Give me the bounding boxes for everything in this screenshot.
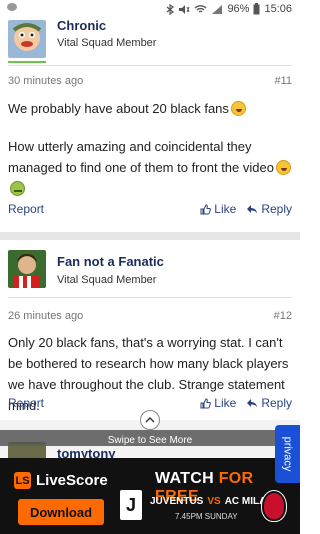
report-button[interactable]: Report bbox=[8, 396, 44, 410]
chevron-up-icon bbox=[145, 417, 155, 423]
juventus-logo-icon: J bbox=[120, 490, 142, 520]
like-button[interactable]: Like bbox=[200, 202, 236, 216]
post-paragraph: We probably have about 20 black fans bbox=[8, 101, 229, 116]
reply-button[interactable]: Reply bbox=[246, 396, 292, 410]
ad-watch-text: WATCH bbox=[155, 470, 214, 487]
like-label: Like bbox=[214, 202, 237, 216]
avatar-chronic[interactable] bbox=[8, 20, 46, 58]
post-meta: 26 minutes ago #12 bbox=[8, 310, 292, 322]
post-actions: Report Like Reply bbox=[8, 396, 292, 410]
swipe-up-button[interactable] bbox=[140, 410, 160, 430]
like-label: Like bbox=[214, 396, 237, 410]
ad-kickoff-time: 7.45PM SUNDAY bbox=[175, 512, 238, 521]
post-body: We probably have about 20 black fans How… bbox=[8, 98, 292, 199]
livescore-logo: LS LiveScore bbox=[14, 472, 108, 489]
post-paragraph: How utterly amazing and coincidental the… bbox=[8, 139, 274, 175]
reply-button[interactable]: Reply bbox=[246, 202, 292, 216]
post-number[interactable]: #12 bbox=[274, 310, 292, 322]
bluetooth-icon bbox=[166, 3, 175, 15]
signal-icon bbox=[211, 4, 223, 15]
ad-vs: VS bbox=[207, 496, 221, 507]
mute-icon bbox=[178, 4, 190, 15]
battery-icon bbox=[253, 3, 260, 15]
post-number[interactable]: #11 bbox=[274, 75, 292, 87]
reply-arrow-icon bbox=[247, 399, 258, 408]
status-bar: 96% 15:06 bbox=[0, 0, 300, 18]
ad-match-line: JUVENTUS VS AC MILAN bbox=[150, 496, 274, 507]
post-actions: Report Like Reply bbox=[8, 202, 292, 216]
livescore-ad-banner[interactable]: LS LiveScore Download J WATCH FOR FREE J… bbox=[0, 458, 300, 534]
member-status-bar bbox=[8, 61, 46, 63]
avatar-fan-not-a-fanatic[interactable] bbox=[8, 250, 46, 288]
post-11: Chronic Vital Squad Member 30 minutes ag… bbox=[0, 18, 300, 230]
swipe-label: Swipe to See More bbox=[107, 435, 193, 446]
author-name[interactable]: Fan not a Fanatic bbox=[57, 254, 164, 269]
reply-arrow-icon bbox=[247, 205, 258, 214]
laughing-emoji-icon bbox=[230, 101, 246, 116]
battery-percent: 96% bbox=[227, 3, 250, 15]
post-divider bbox=[0, 232, 300, 240]
author-role: Vital Squad Member bbox=[57, 37, 157, 49]
clock-time: 15:06 bbox=[264, 3, 292, 15]
reply-label: Reply bbox=[261, 202, 292, 216]
author-name[interactable]: Chronic bbox=[57, 18, 106, 33]
sick-emoji-icon bbox=[10, 181, 25, 196]
header-divider bbox=[8, 297, 292, 298]
post-meta: 30 minutes ago #11 bbox=[8, 75, 292, 87]
laughing-emoji-icon bbox=[275, 160, 291, 175]
ad-home-team: JUVENTUS bbox=[150, 496, 204, 507]
wifi-icon bbox=[194, 4, 207, 15]
header-divider bbox=[8, 65, 292, 66]
livescore-logo-icon: LS bbox=[14, 472, 31, 489]
post-time: 30 minutes ago bbox=[8, 75, 84, 87]
thumbs-up-icon bbox=[200, 203, 212, 214]
thumbs-up-icon bbox=[200, 397, 212, 408]
ac-milan-logo-icon bbox=[262, 491, 286, 521]
privacy-label: privacy bbox=[281, 436, 294, 472]
privacy-tab[interactable]: privacy bbox=[275, 425, 300, 483]
post-12: Fan not a Fanatic Vital Squad Member 26 … bbox=[0, 240, 300, 420]
livescore-brand: LiveScore bbox=[36, 472, 108, 489]
ad-download-button[interactable]: Download bbox=[18, 499, 104, 525]
post-time: 26 minutes ago bbox=[8, 310, 84, 322]
author-role: Vital Squad Member bbox=[57, 274, 157, 286]
reply-label: Reply bbox=[261, 396, 292, 410]
notification-icon bbox=[6, 2, 18, 12]
report-button[interactable]: Report bbox=[8, 202, 44, 216]
like-button[interactable]: Like bbox=[200, 396, 236, 410]
